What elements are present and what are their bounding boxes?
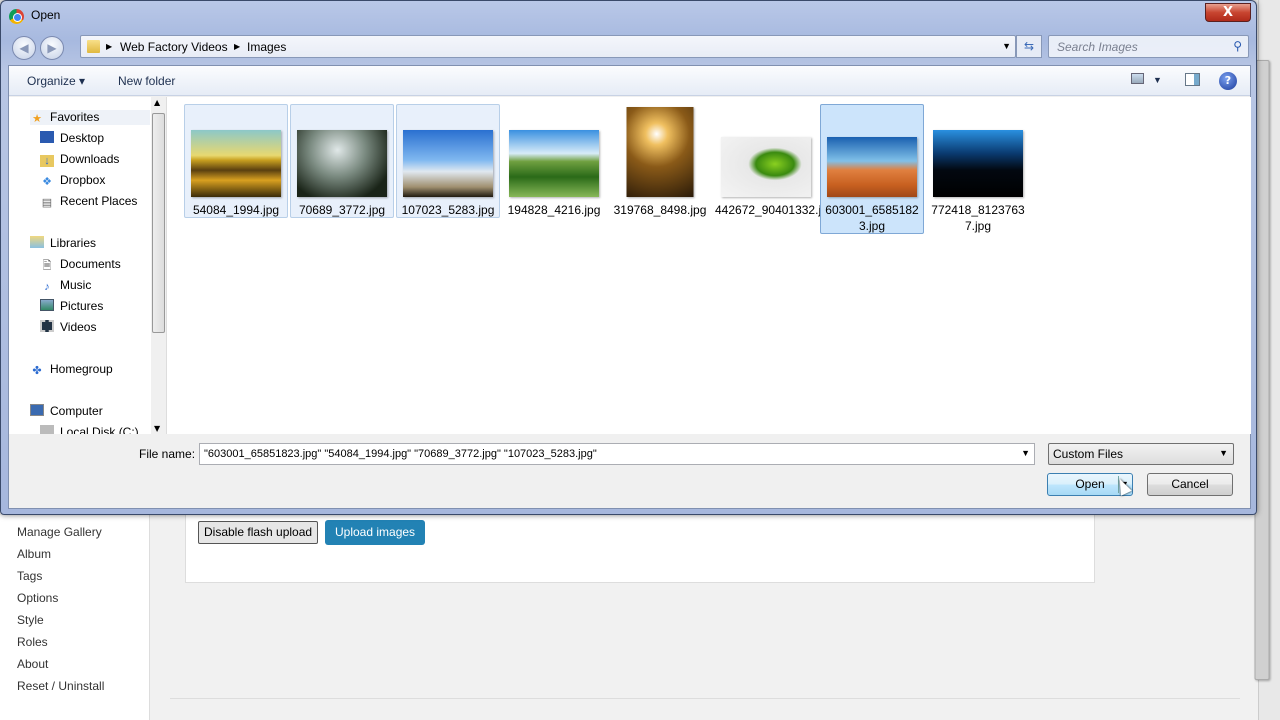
search-placeholder: Search Images	[1057, 40, 1138, 54]
image-thumbnail	[626, 107, 694, 197]
page-scrollbar[interactable]	[1254, 0, 1280, 720]
address-dropdown-icon[interactable]: ▼	[1002, 41, 1011, 51]
drive-icon	[40, 425, 54, 434]
file-list: 54084_1994.jpg 70689_3772.jpg 107023_528…	[167, 97, 1251, 434]
cancel-button[interactable]: Cancel	[1147, 473, 1233, 496]
file-item[interactable]: 70689_3772.jpg	[290, 104, 394, 218]
upload-images-button[interactable]: Upload images	[325, 520, 426, 545]
forward-button[interactable]: ▶	[40, 36, 64, 60]
breadcrumb-separator-icon: ▶	[106, 42, 113, 51]
nav-scrollbar[interactable]: ▲ ▼	[151, 97, 166, 434]
nav-scrollbar-thumb[interactable]	[152, 113, 165, 333]
image-thumbnail	[721, 137, 811, 197]
nav-homegroup[interactable]: ✤ Homegroup	[30, 362, 112, 377]
dialog-title: Open	[31, 8, 61, 22]
nav-downloads[interactable]: ↓ Downloads	[40, 152, 119, 167]
chevron-down-icon: ▼	[1219, 448, 1228, 458]
pictures-icon	[40, 299, 54, 311]
file-item[interactable]: 194828_4216.jpg	[502, 104, 606, 218]
documents-icon: 🗎	[42, 260, 52, 272]
libraries-icon	[30, 236, 44, 248]
chrome-icon	[9, 9, 24, 24]
open-file-dialog: Open X ◀ ▶ ▶ Web Factory Videos ▶ Images…	[0, 0, 1257, 515]
recent-places-icon: ▤	[41, 197, 53, 209]
new-folder-button[interactable]: New folder	[118, 74, 175, 88]
breadcrumb-web-factory-videos[interactable]: Web Factory Videos	[120, 40, 228, 54]
dropbox-icon: ❖	[42, 176, 52, 188]
computer-icon	[30, 404, 44, 416]
view-dropdown-icon[interactable]: ▼	[1153, 75, 1162, 85]
help-icon[interactable]: ?	[1219, 72, 1237, 90]
image-thumbnail	[403, 130, 493, 197]
file-name-input[interactable]: "603001_65851823.jpg" "54084_1994.jpg" "…	[199, 443, 1035, 465]
preview-pane-icon[interactable]	[1185, 73, 1200, 86]
homegroup-icon: ✤	[32, 365, 42, 377]
image-thumbnail	[297, 130, 387, 197]
menu-manage-gallery[interactable]: Manage Gallery	[17, 525, 102, 539]
menu-roles[interactable]: Roles	[17, 635, 48, 649]
star-icon: ★	[32, 113, 42, 125]
nav-recent-places[interactable]: ▤ Recent Places	[40, 194, 138, 209]
menu-tags[interactable]: Tags	[17, 569, 42, 583]
folder-icon	[87, 40, 100, 53]
background-admin-sidebar: Manage Gallery Album Tags Options Style …	[0, 515, 150, 720]
nav-documents[interactable]: 🗎 Documents	[40, 257, 121, 272]
nav-favorites[interactable]: ★ Favorites	[30, 110, 150, 125]
file-item[interactable]: 107023_5283.jpg	[396, 104, 500, 218]
breadcrumb-separator-icon: ▶	[234, 42, 241, 51]
file-type-select[interactable]: Custom Files ▼	[1048, 443, 1234, 465]
breadcrumb-images[interactable]: Images	[247, 40, 286, 54]
menu-style[interactable]: Style	[17, 613, 44, 627]
menu-reset-uninstall[interactable]: Reset / Uninstall	[17, 679, 104, 693]
file-item[interactable]: 603001_65851823.jpg	[820, 104, 924, 234]
file-item[interactable]: 442672_90401332.jpg	[714, 104, 834, 218]
file-item[interactable]: 54084_1994.jpg	[184, 104, 288, 218]
refresh-button[interactable]: ⇆	[1016, 35, 1042, 58]
image-thumbnail	[191, 130, 281, 197]
image-thumbnail	[827, 137, 917, 197]
nav-dropbox[interactable]: ❖ Dropbox	[40, 173, 105, 188]
downloads-icon: ↓	[40, 155, 54, 167]
dialog-body: Organize ▾ New folder ▼ ? ★ Favorites Des…	[8, 65, 1251, 509]
nav-computer[interactable]: Computer	[30, 404, 103, 418]
videos-icon	[40, 320, 54, 332]
image-thumbnail	[509, 130, 599, 197]
footer-divider	[170, 698, 1240, 699]
organize-menu[interactable]: Organize ▾	[27, 74, 85, 88]
menu-options[interactable]: Options	[17, 591, 58, 605]
disable-flash-upload-button[interactable]: Disable flash upload	[198, 521, 319, 544]
back-button[interactable]: ◀	[12, 36, 36, 60]
file-item[interactable]: 319768_8498.jpg	[608, 104, 712, 218]
nav-videos[interactable]: Videos	[40, 320, 96, 334]
menu-album[interactable]: Album	[17, 547, 51, 561]
image-thumbnail	[933, 130, 1023, 197]
file-name-label: File name:	[139, 447, 196, 461]
nav-local-disk[interactable]: Local Disk (C:)	[40, 425, 139, 434]
search-input[interactable]: Search Images ⚲	[1048, 35, 1249, 58]
nav-desktop[interactable]: Desktop	[40, 131, 104, 145]
command-bar: Organize ▾ New folder ▼ ?	[9, 66, 1250, 96]
navigation-pane: ★ Favorites Desktop ↓ Downloads ❖ Dropbox ▤…	[9, 97, 167, 434]
file-name-dropdown-icon[interactable]: ▼	[1021, 448, 1030, 458]
upload-panel	[185, 515, 1095, 583]
desktop-icon	[40, 131, 54, 143]
address-bar[interactable]: ▶ Web Factory Videos ▶ Images ▼	[80, 35, 1016, 58]
search-icon[interactable]: ⚲	[1233, 39, 1242, 53]
menu-about[interactable]: About	[17, 657, 48, 671]
nav-libraries[interactable]: Libraries	[30, 236, 96, 250]
nav-pictures[interactable]: Pictures	[40, 299, 103, 313]
change-view-icon[interactable]	[1131, 73, 1144, 84]
file-item[interactable]: 772418_81237637.jpg	[926, 104, 1030, 233]
nav-music[interactable]: ♪ Music	[40, 278, 91, 293]
music-icon: ♪	[44, 281, 50, 293]
close-button[interactable]: X	[1205, 3, 1251, 22]
